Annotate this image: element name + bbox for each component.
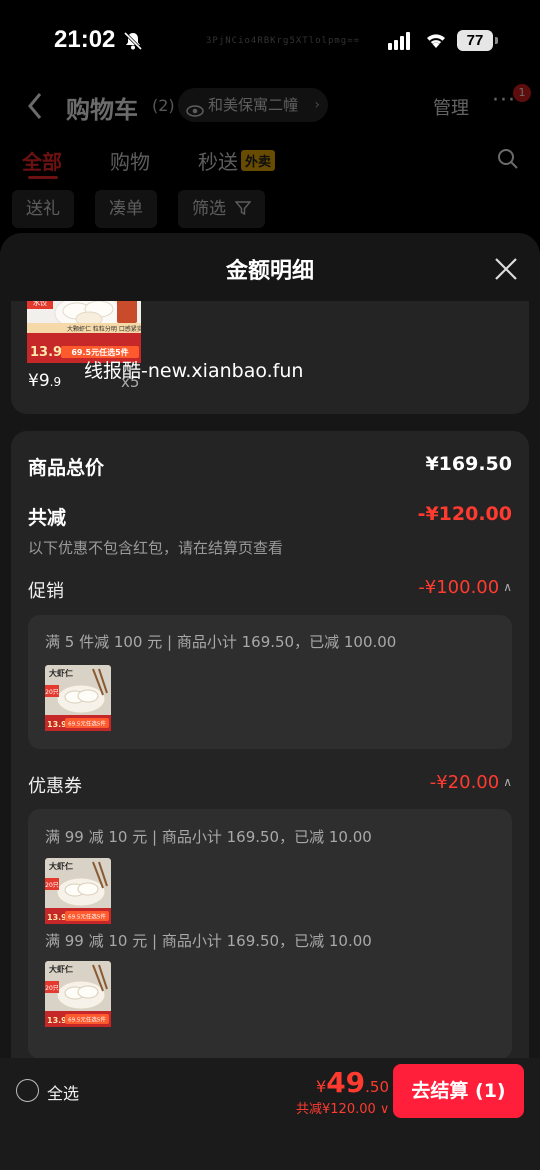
thumb-price: 13.9 [47, 913, 67, 922]
back-arrow-icon[interactable] [24, 90, 46, 126]
amount-detail-sheet: 金额明细 20只 水饺 大颗虾仁 粒粒分明 口感紧实 13.9 69.5元任选5… [0, 233, 540, 1058]
chevron-right-icon: › [314, 97, 320, 113]
discount-note: 以下优惠不包含红包，请在结算页查看 [28, 539, 284, 557]
thumb-strip-text: 大颗虾仁 粒粒分明 口感紧实 [67, 325, 141, 333]
status-time: 21:02 [54, 26, 116, 53]
chip-filter-label: 筛选 [192, 199, 226, 219]
total-price-value: ¥169.50 [425, 453, 512, 475]
amount-detail-card: 商品总价 ¥169.50 共减 -¥120.00 以下优惠不包含红包，请在结算页… [11, 431, 529, 1058]
total-reduce-label: 共减 [28, 507, 67, 529]
thumb-price: 13.9 [47, 1016, 67, 1025]
tab-flash-label: 秒送 [198, 150, 238, 174]
promo-detail-box: 满 5 件减 100 元 | 商品小计 169.50，已减 100.00 大虾仁… [28, 615, 512, 749]
item-price: ¥9.9 [28, 371, 61, 391]
select-all-radio[interactable] [16, 1079, 39, 1102]
filter-funnel-icon [234, 201, 252, 216]
notification-badge: 1 [513, 84, 531, 102]
checkout-bar: 全选 ¥49.50 共减¥120.00 ∨ 去结算 (1) [0, 1058, 540, 1170]
wifi-icon [424, 30, 448, 54]
mute-bell-icon [122, 30, 144, 56]
overlay-code: 3PjNCio4RBKrg5XTlolpmg== [206, 36, 361, 46]
chevron-down-icon: ∨ [379, 1102, 390, 1117]
promo-toggle[interactable]: -¥100.00 ∧ [418, 577, 512, 598]
discount-summary[interactable]: 共减¥120.00 ∨ [296, 1098, 389, 1117]
thumb-badge: 20只 [45, 689, 59, 696]
close-icon[interactable] [494, 257, 518, 285]
address-label: 和美保寓二幢 [208, 96, 299, 114]
promo-line: 满 5 件减 100 元 | 商品小计 169.50，已减 100.00 [45, 633, 397, 651]
promo-value: -¥100.00 [418, 577, 500, 598]
thumb-price: 13.9 [30, 345, 62, 360]
coupon-detail-box: 满 99 减 10 元 | 商品小计 169.50，已减 10.00 大虾仁 20… [28, 809, 512, 1058]
thumb-brand: 大虾仁 [49, 964, 73, 974]
watermark-text: 线报酷-new.xianbao.fun [84, 360, 304, 382]
coupon-value: -¥20.00 [429, 772, 500, 793]
chevron-up-icon: ∧ [503, 580, 512, 594]
thumb-promo: 69.5元任选5件 [68, 1016, 106, 1024]
coupon-toggle[interactable]: -¥20.00 ∧ [430, 772, 512, 793]
coupon-product-thumb-2: 大虾仁 20只 13.9 69.5元任选5件 [45, 961, 111, 1027]
chip-combine-order[interactable]: 凑单 [95, 190, 157, 228]
page-title: 购物车 [66, 96, 138, 124]
currency-symbol: ¥ [316, 1077, 327, 1096]
thumb-price: 13.9 [47, 720, 67, 729]
item-price-main: ¥9 [28, 371, 50, 391]
item-price-cents: .9 [49, 375, 62, 389]
thumb-promo: 69.5元任选5件 [68, 720, 106, 728]
status-bar: 21:02 3PjNCio4RBKrg5XTlolpmg== 77 [0, 0, 540, 80]
coupon-line-1: 满 99 减 10 元 | 商品小计 169.50，已减 10.00 [45, 828, 372, 846]
cart-header: 购物车 (2) 和美保寓二幢 › 管理 ··· 1 全部 购物 秒送 外卖 送礼 … [0, 80, 540, 240]
thumb-brand: 大虾仁 [49, 668, 73, 678]
tab-flash-delivery[interactable]: 秒送 外卖 [198, 146, 276, 175]
checkout-button[interactable]: 去结算 (1) [393, 1064, 524, 1118]
cart-count: (2) [152, 96, 175, 115]
coupon-line-2: 满 99 减 10 元 | 商品小计 169.50，已减 10.00 [45, 932, 372, 950]
thumb-badge: 20只 [45, 882, 59, 889]
promo-label: 促销 [28, 581, 64, 602]
takeout-tag: 外卖 [241, 150, 276, 171]
total-amount: ¥49.50 [316, 1066, 389, 1099]
sheet-title: 金额明细 [225, 259, 314, 284]
cellular-signal-icon [388, 32, 412, 54]
search-icon[interactable] [497, 148, 519, 174]
thumb-brand: 大虾仁 [49, 861, 73, 871]
sheet-header: 金额明细 [0, 233, 540, 301]
total-main: 49 [326, 1066, 366, 1099]
battery-indicator: 77 [457, 30, 498, 51]
tab-shopping[interactable]: 购物 [110, 146, 150, 175]
address-selector[interactable]: 和美保寓二幢 › [178, 88, 328, 122]
select-all-label[interactable]: 全选 [47, 1080, 79, 1104]
thumb-badge: 20只 [45, 985, 59, 992]
total-price-label: 商品总价 [28, 457, 105, 479]
discount-summary-text: 共减¥120.00 [296, 1102, 376, 1117]
coupon-product-thumb-1: 大虾仁 20只 13.9 69.5元任选5件 [45, 858, 111, 924]
promo-product-thumb: 大虾仁 20只 13.9 69.5元任选5件 [45, 665, 111, 731]
total-cents: .50 [365, 1078, 390, 1096]
total-reduce-value: -¥120.00 [417, 503, 512, 525]
chip-gift[interactable]: 送礼 [12, 190, 74, 228]
coupon-label: 优惠券 [28, 776, 82, 797]
chevron-up-icon: ∧ [503, 775, 512, 789]
manage-button[interactable]: 管理 [433, 94, 469, 120]
tab-all[interactable]: 全部 [22, 146, 62, 179]
thumb-promo: 69.5元任选5件 [68, 913, 106, 921]
eye-icon [186, 97, 204, 131]
chip-filter[interactable]: 筛选 [178, 190, 266, 228]
